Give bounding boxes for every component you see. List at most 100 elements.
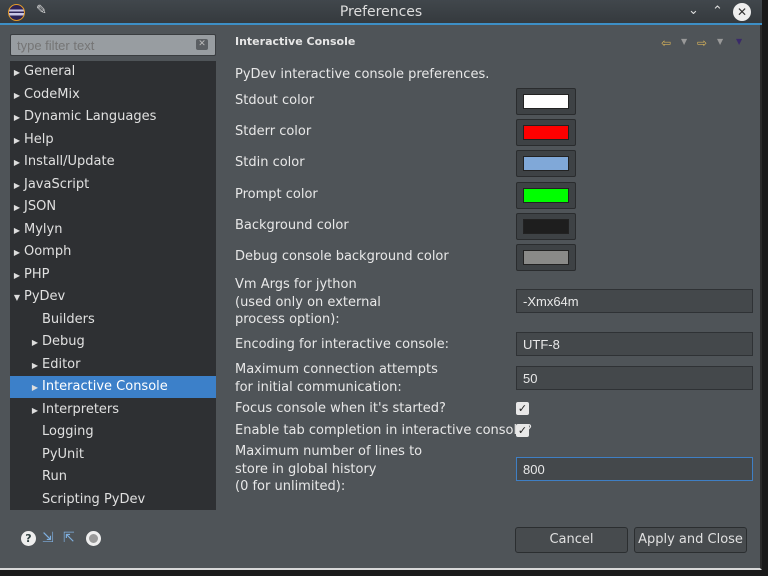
chevron-right-icon[interactable]: ▶: [28, 332, 42, 354]
back-menu-icon[interactable]: ▼: [681, 37, 687, 46]
color-picker-button[interactable]: [516, 88, 576, 115]
chevron-right-icon[interactable]: ▶: [10, 152, 24, 174]
tree-item[interactable]: Builders: [10, 309, 216, 331]
tree-item-label: Run: [42, 469, 67, 484]
history-label: Maximum number of lines to store in globa…: [235, 444, 423, 494]
color-picker-button[interactable]: [516, 244, 576, 271]
export-icon[interactable]: ⇱: [63, 530, 75, 546]
tree-item[interactable]: ▶ JSON: [10, 196, 216, 218]
tree-item[interactable]: ▶ Oomph: [10, 241, 216, 263]
minimize-button[interactable]: ⌄: [688, 3, 699, 18]
tree-item[interactable]: ▶ Debug: [10, 331, 216, 353]
color-label: Debug console background color: [235, 249, 449, 264]
color-swatch: [523, 219, 569, 234]
tree-item-label: General: [24, 64, 76, 79]
tree-item[interactable]: Scripting PyDev: [10, 489, 216, 511]
tree-item[interactable]: PyUnit: [10, 444, 216, 466]
tree-item-label: Dynamic Languages: [24, 109, 157, 124]
cancel-button[interactable]: Cancel: [515, 527, 628, 553]
page-description: PyDev interactive console preferences.: [235, 67, 490, 82]
clear-filter-icon[interactable]: ✕: [196, 39, 208, 50]
close-button[interactable]: ✕: [733, 3, 751, 21]
preferences-window: ✎ Preferences ⌄ ⌃ ✕ ✕ ▶General▶CodeMix▶D…: [0, 0, 762, 570]
chevron-down-icon[interactable]: ▼: [10, 287, 24, 309]
color-swatch: [523, 125, 569, 140]
chevron-right-icon[interactable]: ▶: [10, 265, 24, 287]
chevron-right-icon[interactable]: ▶: [10, 85, 24, 107]
tree-item[interactable]: ▶ Interpreters: [10, 399, 216, 421]
tree-item[interactable]: ▶ Help: [10, 129, 216, 151]
color-label: Stdout color: [235, 93, 315, 108]
color-swatch: [523, 156, 569, 171]
color-label: Background color: [235, 218, 349, 233]
tree-item-label: PyDev: [24, 289, 66, 304]
filter-input[interactable]: [10, 34, 216, 56]
tree-item-label: Debug: [42, 334, 85, 349]
tree-item-label: Install/Update: [24, 154, 115, 169]
color-label: Prompt color: [235, 187, 318, 202]
view-menu-icon[interactable]: ▼: [736, 37, 742, 46]
chevron-right-icon[interactable]: ▶: [10, 197, 24, 219]
forward-icon[interactable]: ⇨: [697, 36, 707, 50]
tree-item-label: Mylyn: [24, 221, 63, 237]
color-label: Stderr color: [235, 124, 312, 139]
page-title: Interactive Console: [235, 35, 356, 48]
tree-item-label: Scripting PyDev: [42, 491, 146, 507]
tree-item-label: PHP: [24, 266, 50, 282]
chevron-right-icon[interactable]: ▶: [28, 355, 42, 377]
chevron-right-icon[interactable]: ▶: [10, 62, 24, 84]
chevron-right-icon[interactable]: ▶: [10, 220, 24, 242]
color-label: Stdin color: [235, 155, 305, 170]
tree-item-label: Help: [24, 131, 54, 147]
back-icon[interactable]: ⇦: [661, 36, 671, 50]
focus-console-label: Focus console when it's started?: [235, 401, 446, 416]
chevron-right-icon[interactable]: ▶: [28, 377, 42, 399]
tree-item-label: CodeMix: [24, 86, 80, 102]
encoding-label: Encoding for interactive console:: [235, 337, 450, 352]
tree-item[interactable]: ▶ PHP: [10, 264, 216, 286]
apply-and-close-button[interactable]: Apply and Close: [634, 527, 747, 553]
encoding-input[interactable]: [516, 332, 753, 356]
history-input[interactable]: [516, 457, 753, 481]
maximize-button[interactable]: ⌃: [712, 4, 723, 19]
max-connection-input[interactable]: [516, 366, 753, 390]
import-icon[interactable]: ⇲: [42, 530, 54, 546]
chevron-right-icon[interactable]: ▶: [10, 107, 24, 129]
color-picker-button[interactable]: [516, 150, 576, 177]
chevron-right-icon[interactable]: ▶: [10, 242, 24, 264]
tree-item[interactable]: ▶ Editor: [10, 354, 216, 376]
max-connection-label: Maximum connection attempts for initial c…: [235, 362, 438, 395]
focus-console-checkbox[interactable]: ✓: [516, 402, 529, 415]
color-picker-button[interactable]: [516, 213, 576, 240]
record-icon[interactable]: [86, 531, 101, 546]
color-swatch: [523, 188, 569, 203]
tree-item[interactable]: Run: [10, 466, 216, 488]
tree-item-label: Oomph: [24, 244, 72, 259]
tree-item-label: Interpreters: [42, 401, 120, 417]
tree-item[interactable]: ▶ Install/Update: [10, 151, 216, 173]
tree-item-label: JSON: [24, 199, 57, 214]
help-icon[interactable]: ?: [21, 531, 36, 546]
title-bar: ✎ Preferences ⌄ ⌃ ✕: [0, 0, 762, 25]
chevron-right-icon[interactable]: ▶: [28, 400, 42, 422]
tree-item[interactable]: ▶ Interactive Console: [10, 376, 216, 398]
color-swatch: [523, 94, 569, 109]
forward-menu-icon[interactable]: ▼: [717, 37, 723, 46]
tree-item[interactable]: ▶ Mylyn: [10, 219, 216, 241]
color-picker-button[interactable]: [516, 182, 576, 209]
tree-item[interactable]: ▶ CodeMix: [10, 84, 216, 106]
tree-item[interactable]: ▶ General: [10, 61, 216, 83]
vm-args-input[interactable]: [516, 289, 753, 313]
chevron-right-icon[interactable]: ▶: [10, 130, 24, 152]
color-swatch: [523, 250, 569, 265]
tree-item[interactable]: Logging: [10, 421, 216, 443]
tab-completion-checkbox[interactable]: ✓: [516, 424, 529, 437]
tree-item-label: Interactive Console: [42, 379, 168, 394]
chevron-right-icon[interactable]: ▶: [10, 175, 24, 197]
tree-item[interactable]: ▶ Dynamic Languages: [10, 106, 216, 128]
color-picker-button[interactable]: [516, 119, 576, 146]
window-title: Preferences: [339, 4, 423, 20]
tree-item[interactable]: ▼ PyDev: [10, 286, 216, 308]
tree-item-label: Editor: [42, 356, 81, 372]
tree-item[interactable]: ▶ JavaScript: [10, 174, 216, 196]
